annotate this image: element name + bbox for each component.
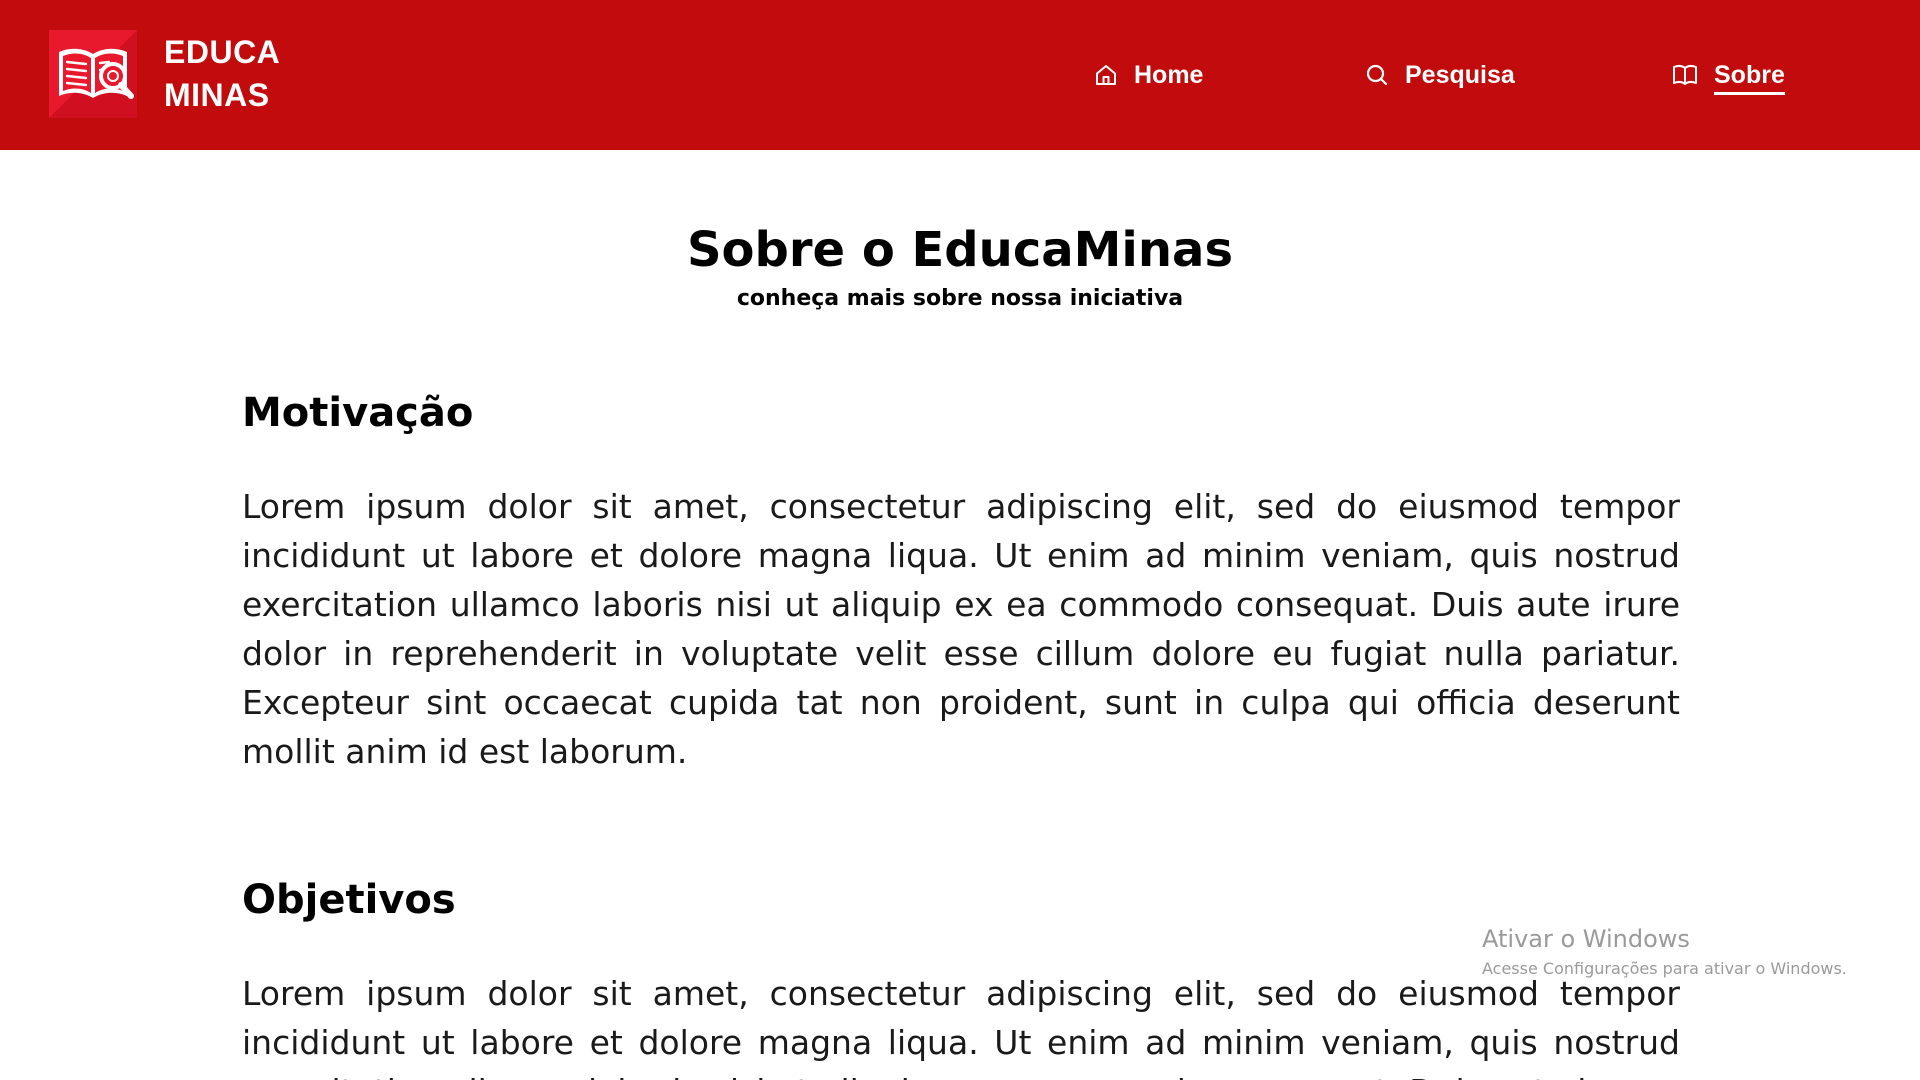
nav-item-home[interactable]: Home: [1094, 0, 1203, 150]
page: EDUCA MINAS Home Pesquisa Sobre Sobre o …: [0, 0, 1920, 1080]
nav-item-sobre-label: Sobre: [1714, 61, 1785, 95]
search-icon: [1366, 64, 1388, 86]
brand-home-link[interactable]: EDUCA MINAS: [49, 30, 280, 118]
nav-item-sobre[interactable]: Sobre: [1672, 0, 1785, 150]
brand-name-line2: MINAS: [164, 77, 270, 113]
section-heading-motivacao: Motivação: [242, 390, 474, 436]
watermark-title: Ativar o Windows: [1482, 925, 1690, 953]
section-body-objetivos: Lorem ipsum dolor sit amet, consectetur …: [242, 974, 1680, 1080]
nav-item-home-label: Home: [1134, 60, 1204, 89]
open-book-magnifier-icon: [49, 30, 137, 118]
home-icon: [1096, 65, 1116, 85]
nav-item-pesquisa[interactable]: Pesquisa: [1365, 0, 1515, 150]
book-icon: [1673, 64, 1697, 85]
brand-name-line1: EDUCA: [164, 34, 281, 70]
top-navigation-bar: EDUCA MINAS Home Pesquisa Sobre: [0, 0, 1920, 150]
section-body-motivacao: Lorem ipsum dolor sit amet, consectetur …: [242, 487, 1680, 771]
page-subtitle: conheça mais sobre nossa iniciativa: [736, 286, 1184, 311]
nav-item-pesquisa-label: Pesquisa: [1405, 60, 1515, 89]
page-title: Sobre o EducaMinas: [686, 222, 1234, 278]
brand-name: EDUCA MINAS: [164, 31, 280, 117]
section-heading-objetivos: Objetivos: [242, 877, 456, 923]
